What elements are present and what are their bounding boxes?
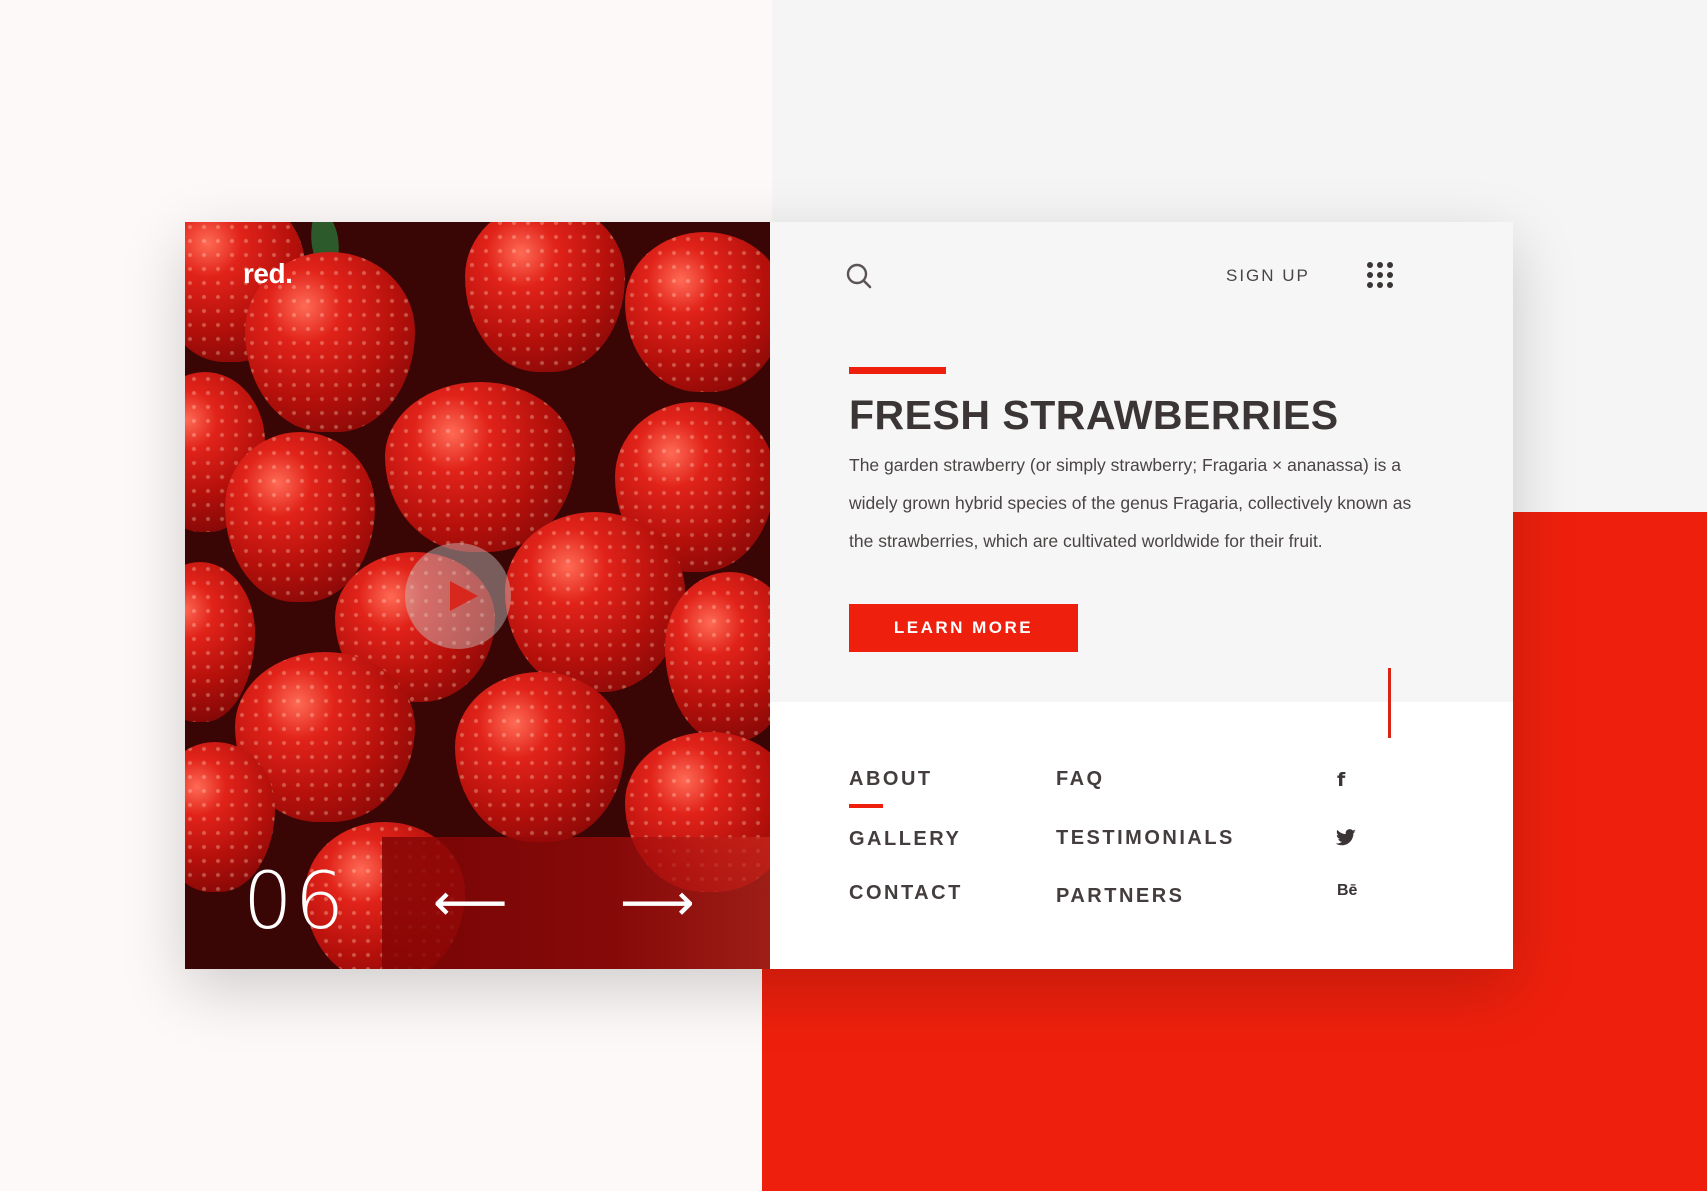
vertical-accent-line [1388, 668, 1391, 738]
signup-link[interactable]: SIGN UP [1226, 266, 1310, 286]
nav-link-partners[interactable]: PARTNERS [1056, 885, 1185, 908]
berry-shape [625, 232, 770, 392]
nav-link-about[interactable]: ABOUT [849, 768, 933, 791]
facebook-icon[interactable]: f [1337, 769, 1345, 791]
active-link-underline [849, 804, 883, 808]
hero-description: The garden strawberry (or simply strawbe… [849, 455, 1412, 551]
title-accent-bar [849, 367, 946, 374]
berry-shape [465, 222, 625, 372]
nav-link-faq[interactable]: FAQ [1056, 768, 1105, 791]
nav-link-contact[interactable]: CONTACT [849, 882, 963, 905]
content-panel: SIGN UP FRESH STRAWBERRIES The garden st… [770, 222, 1513, 702]
nav-link-gallery[interactable]: GALLERY [849, 828, 961, 851]
berry-shape [505, 512, 685, 692]
slide-counter: 06 [243, 857, 347, 947]
arrow-left-icon[interactable]: ⟵ [433, 877, 508, 929]
strawberries-photo: red. 06 ⟵ ⟶ [185, 222, 770, 969]
footer-nav: ABOUT GALLERY CONTACT FAQ TESTIMONIALS P… [770, 702, 1513, 969]
berry-shape [455, 672, 625, 842]
slider-controls: 06 ⟵ ⟶ [185, 837, 770, 969]
arrow-right-icon[interactable]: ⟶ [620, 877, 695, 929]
behance-icon[interactable]: Bē [1337, 882, 1357, 900]
twitter-icon[interactable] [1335, 829, 1357, 847]
search-icon[interactable] [845, 262, 873, 290]
hero-card: red. 06 ⟵ ⟶ SIGN UP FRESH STRAWBERRIES T… [185, 222, 1513, 969]
nav-link-testimonials[interactable]: TESTIMONIALS [1056, 827, 1235, 850]
learn-more-button[interactable]: LEARN MORE [849, 604, 1078, 652]
brand-logo[interactable]: red. [243, 258, 293, 290]
play-button[interactable] [405, 543, 511, 649]
background-red-block-side [1512, 512, 1707, 972]
menu-grid-icon[interactable] [1367, 262, 1393, 288]
berry-shape [665, 572, 770, 742]
page-title: FRESH STRAWBERRIES [849, 392, 1339, 438]
